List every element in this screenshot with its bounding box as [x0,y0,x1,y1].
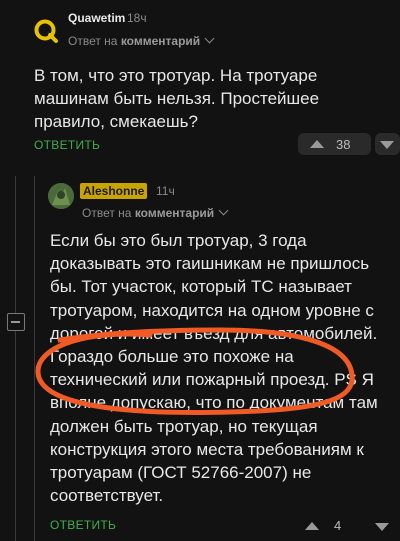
chevron-down-icon [218,205,229,216]
user-avatar-icon[interactable] [33,18,59,44]
arrow-up-icon [310,140,324,148]
downvote-button[interactable] [367,513,397,539]
reply-button[interactable]: ОТВЕТИТЬ [34,138,100,152]
collapse-thread-button[interactable] [7,313,25,331]
chevron-down-icon [204,33,215,44]
arrow-down-icon [380,141,394,149]
comment-time: 11ч [156,184,175,198]
comment-time: 18ч [127,11,147,25]
thread-line [34,176,35,541]
upvote-button[interactable]: 4 [298,513,358,539]
reply-to-link[interactable]: Ответ на комментарий [68,33,215,48]
comment-text: В том, что это тротуар. На тротуаре маши… [34,66,320,131]
reply-target: комментарий [120,34,201,48]
comment-quawetim: Quawetim 18ч Ответ на комментарий В том,… [0,0,400,170]
reply-to-link[interactable]: Ответ на комментарий [82,205,229,220]
arrow-down-icon [375,523,389,531]
rating-count: 4 [334,518,342,533]
reply-prefix: Ответ на [68,34,118,48]
comment-author[interactable]: Quawetim [68,11,125,25]
comment-text: Если бы это был тротуар, 3 года доказыва… [50,231,378,506]
comment-author[interactable]: Aleshonne [80,183,148,199]
reply-prefix: Ответ на [82,206,132,220]
rating-count: 38 [336,137,351,152]
downvote-button[interactable] [375,133,400,155]
thread-line [15,176,16,541]
arrow-up-icon [305,522,319,530]
avatar-image-icon [48,183,74,209]
reply-target: комментарий [134,206,215,220]
reply-button[interactable]: ОТВЕТИТЬ [50,518,116,532]
upvote-button[interactable]: 38 [298,133,371,155]
user-avatar[interactable] [48,183,74,209]
